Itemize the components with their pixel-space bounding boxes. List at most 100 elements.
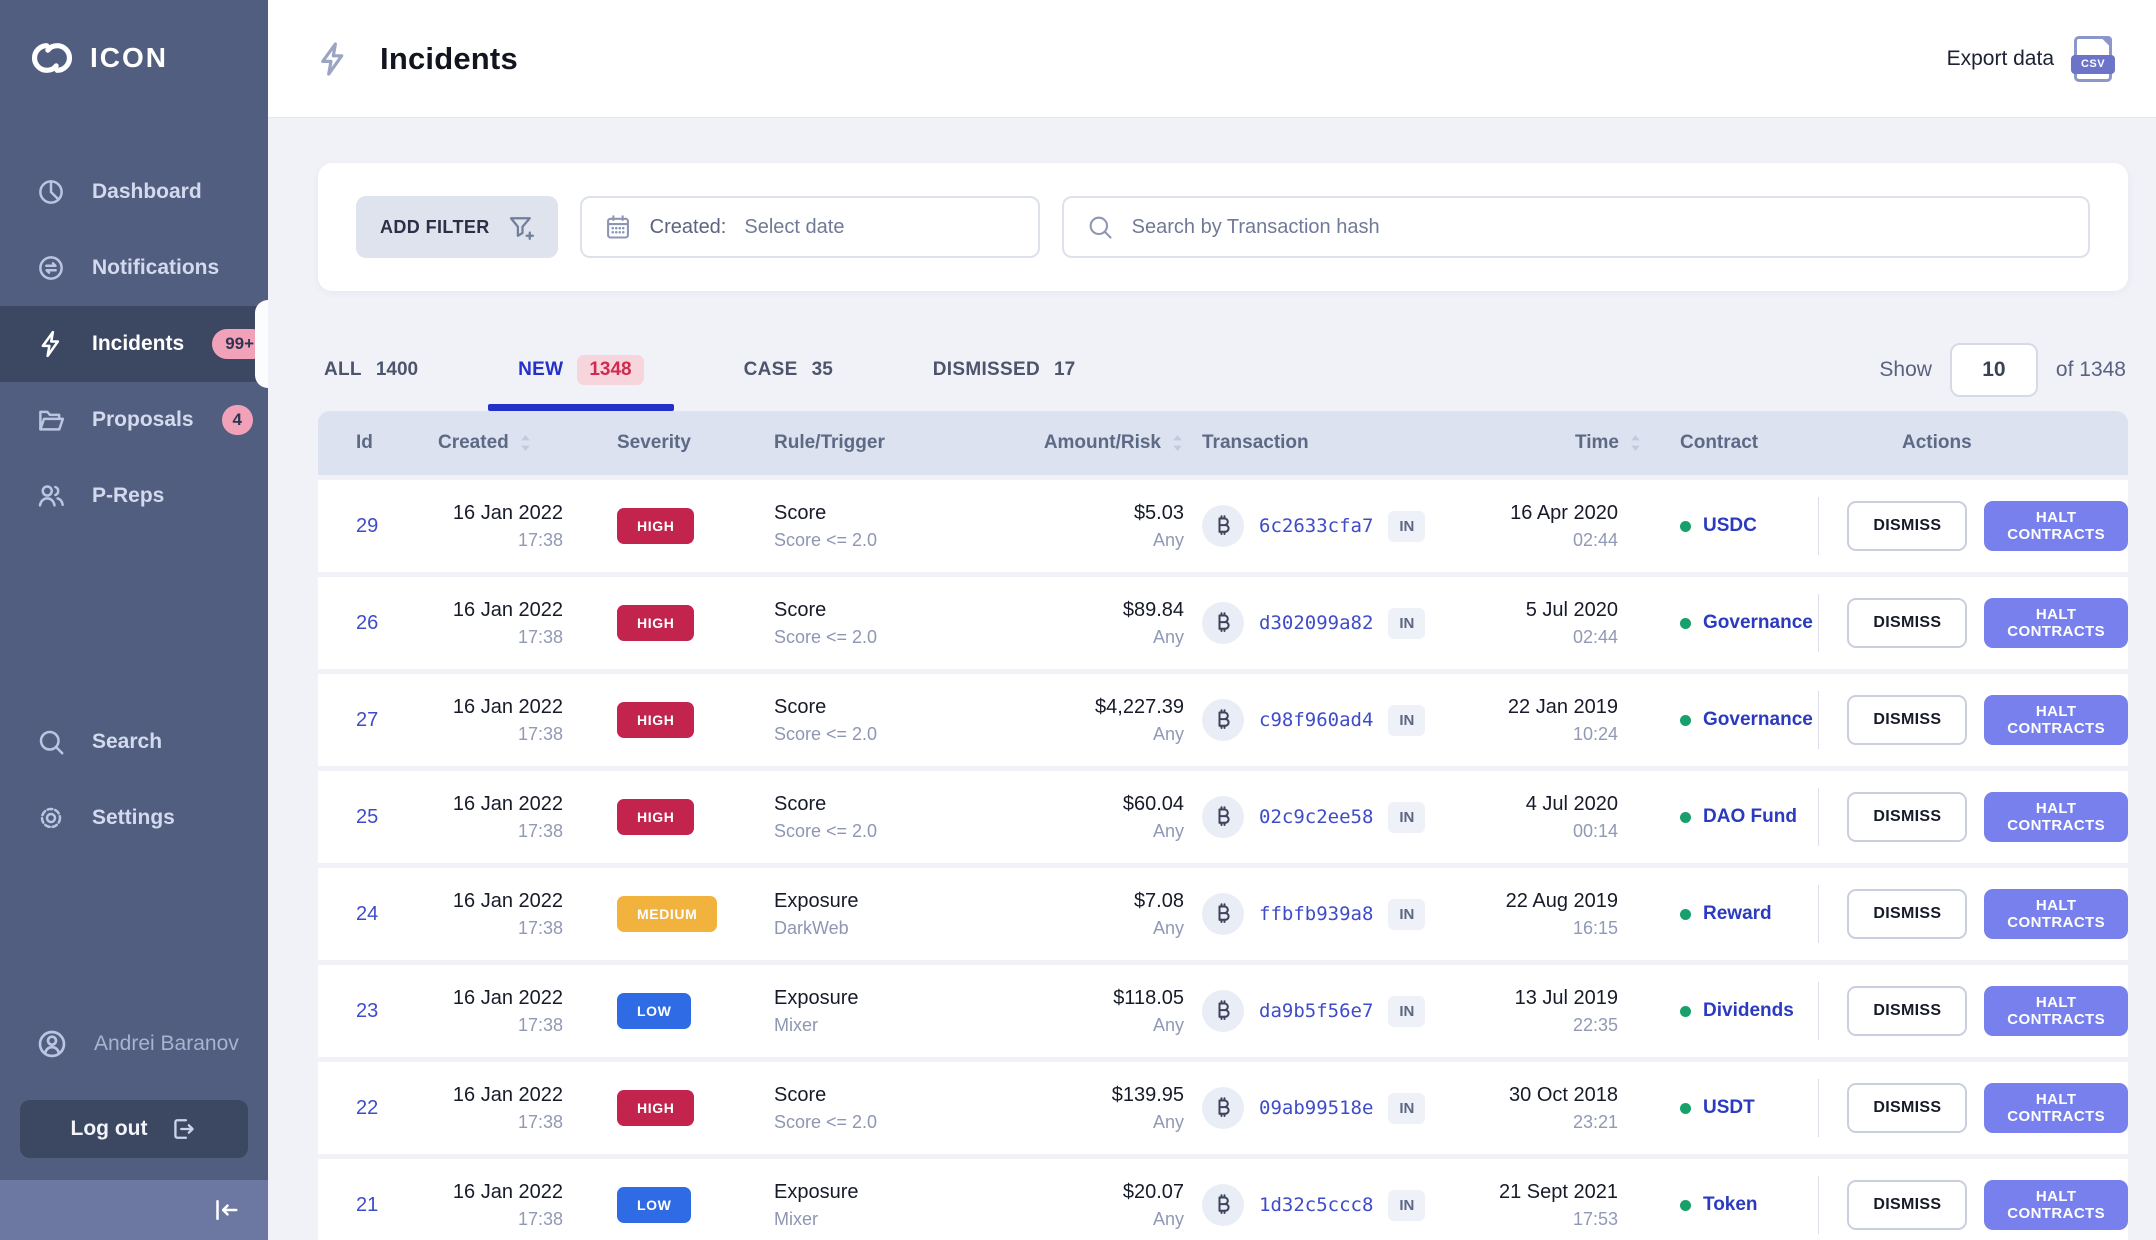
contract-link[interactable]: USDC — [1703, 515, 1757, 537]
column-header-contract: Contract — [1680, 432, 1759, 453]
sidebar-item-incidents[interactable]: Incidents 99+ — [0, 300, 268, 388]
add-filter-button[interactable]: ADD FILTER — [356, 196, 558, 258]
contract-link[interactable]: DAO Fund — [1703, 806, 1797, 828]
contract-link[interactable]: Governance — [1703, 612, 1813, 634]
halt-contracts-button[interactable]: HALT CONTRACTS — [1984, 501, 2128, 551]
incident-id-link[interactable]: 29 — [356, 515, 378, 537]
incident-id-link[interactable]: 24 — [356, 903, 378, 925]
rule-cell: Exposure Mixer — [774, 986, 859, 1035]
page-bolt-icon — [314, 40, 352, 78]
search-input[interactable] — [1131, 215, 2066, 239]
actions-cell: DISMISS HALT CONTRACTS — [1818, 691, 2128, 749]
sidebar-item-p-reps[interactable]: P-Reps — [0, 458, 268, 534]
sidebar-item-proposals[interactable]: Proposals 4 — [0, 382, 268, 458]
main-area: Incidents Export data CSV ADD FILTER Cre… — [268, 0, 2156, 1240]
direction-badge: IN — [1388, 1092, 1426, 1124]
transaction-hash-link[interactable]: 6c2633cfa7 — [1259, 515, 1373, 537]
halt-contracts-button[interactable]: HALT CONTRACTS — [1984, 1180, 2128, 1230]
rule-cell: Score Score <= 2.0 — [774, 792, 878, 841]
incident-id-link[interactable]: 23 — [356, 1000, 378, 1022]
incident-id-cell: 24 — [318, 903, 418, 926]
halt-contracts-button[interactable]: HALT CONTRACTS — [1984, 986, 2128, 1036]
incident-id-link[interactable]: 25 — [356, 806, 378, 828]
tab-dismissed[interactable]: DISMISSED 17 — [929, 355, 1079, 411]
incident-id-cell: 29 — [318, 515, 418, 538]
incident-id-link[interactable]: 21 — [356, 1194, 378, 1216]
severity-badge: HIGH — [617, 508, 695, 544]
contract-link[interactable]: Token — [1703, 1194, 1758, 1216]
transaction-hash-link[interactable]: da9b5f56e7 — [1259, 1000, 1373, 1022]
sidebar-item-search[interactable]: Search — [0, 704, 268, 780]
halt-contracts-button[interactable]: HALT CONTRACTS — [1984, 792, 2128, 842]
severity-cell: HIGH — [593, 508, 748, 544]
halt-contracts-button[interactable]: HALT CONTRACTS — [1984, 598, 2128, 648]
dismiss-button[interactable]: DISMISS — [1847, 501, 1968, 551]
tab-all[interactable]: ALL 1400 — [320, 355, 422, 411]
transaction-hash-link[interactable]: ffbfb939a8 — [1259, 903, 1373, 925]
created-cell: 16 Jan 2022 17:38 — [452, 889, 563, 938]
tabs-row: ALL 1400 NEW 1348 CASE 35 DISMISSED 17 S… — [318, 343, 2128, 411]
created-date-filter[interactable]: Created: Select date — [579, 196, 1040, 258]
actions-divider — [1818, 1176, 1820, 1234]
incident-id-link[interactable]: 27 — [356, 709, 378, 731]
transaction-hash-link[interactable]: 09ab99518e — [1259, 1097, 1373, 1119]
contract-cell: USDC — [1658, 515, 1818, 537]
halt-contracts-button[interactable]: HALT CONTRACTS — [1984, 695, 2128, 745]
table-row: 26 16 Jan 2022 17:38 HIGH Score Score <=… — [318, 577, 2128, 669]
transaction-hash-link[interactable]: 1d32c5ccc8 — [1259, 1194, 1373, 1216]
sidebar-item-notifications[interactable]: Notifications — [0, 230, 268, 306]
severity-badge: LOW — [617, 1187, 692, 1223]
transaction-hash-link[interactable]: d302099a82 — [1259, 612, 1373, 634]
contract-link[interactable]: USDT — [1703, 1097, 1755, 1119]
contract-link[interactable]: Reward — [1703, 903, 1772, 925]
dismiss-button[interactable]: DISMISS — [1847, 1083, 1968, 1133]
logo: ICON — [0, 0, 268, 76]
rule-cell: Exposure Mixer — [774, 1180, 859, 1229]
sidebar-collapse-bar[interactable] — [0, 1180, 268, 1240]
transaction-search — [1061, 196, 2090, 258]
dismiss-button[interactable]: DISMISS — [1847, 695, 1968, 745]
tab-case[interactable]: CASE 35 — [740, 355, 837, 411]
contract-cell: USDT — [1658, 1097, 1818, 1119]
dismiss-button[interactable]: DISMISS — [1847, 889, 1968, 939]
created-cell: 16 Jan 2022 17:38 — [452, 792, 563, 841]
dismiss-button[interactable]: DISMISS — [1847, 1180, 1968, 1230]
logout-button[interactable]: Log out — [20, 1100, 248, 1158]
user-row[interactable]: Andrei Baranov — [0, 1014, 268, 1074]
actions-cell: DISMISS HALT CONTRACTS — [1818, 1079, 2128, 1137]
table-row: 22 16 Jan 2022 17:38 HIGH Score Score <=… — [318, 1062, 2128, 1154]
time-cell: 21 Sept 2021 17:53 — [1499, 1180, 1618, 1229]
sidebar-item-label: Incidents — [92, 332, 185, 355]
dismiss-button[interactable]: DISMISS — [1847, 598, 1968, 648]
transaction-cell: da9b5f56e7 IN — [1188, 990, 1488, 1032]
transaction-hash-link[interactable]: 02c9c2ee58 — [1259, 806, 1373, 828]
incidents-count-badge: 99+ — [212, 329, 268, 359]
halt-contracts-button[interactable]: HALT CONTRACTS — [1984, 1083, 2128, 1133]
contract-link[interactable]: Governance — [1703, 709, 1813, 731]
contract-link[interactable]: Dividends — [1703, 1000, 1794, 1022]
column-header-created[interactable]: Created — [418, 432, 593, 454]
column-header-time[interactable]: Time — [1488, 432, 1658, 454]
collapse-sidebar-icon — [210, 1195, 240, 1225]
export-data-button[interactable]: Export data CSV — [1947, 35, 2115, 82]
sidebar-item-settings[interactable]: Settings — [0, 780, 268, 856]
sidebar-secondary-nav: Search Settings — [0, 704, 268, 856]
transaction-hash-link[interactable]: c98f960ad4 — [1259, 709, 1373, 731]
severity-badge: MEDIUM — [617, 896, 718, 932]
rule-cell: Score Score <= 2.0 — [774, 1083, 878, 1132]
contract-cell: Dividends — [1658, 1000, 1818, 1022]
page-size-input[interactable] — [1949, 343, 2038, 397]
transaction-cell: c98f960ad4 IN — [1188, 699, 1488, 741]
incident-id-link[interactable]: 26 — [356, 612, 378, 634]
actions-cell: DISMISS HALT CONTRACTS — [1818, 1176, 2128, 1234]
column-header-amount[interactable]: Amount/Risk — [1013, 432, 1188, 454]
tab-new[interactable]: NEW 1348 — [488, 355, 674, 411]
dismiss-button[interactable]: DISMISS — [1847, 792, 1968, 842]
dismiss-button[interactable]: DISMISS — [1847, 986, 1968, 1036]
sidebar-item-dashboard[interactable]: Dashboard — [0, 154, 268, 230]
halt-contracts-button[interactable]: HALT CONTRACTS — [1984, 889, 2128, 939]
incident-id-link[interactable]: 22 — [356, 1097, 378, 1119]
dashboard-icon — [36, 177, 66, 207]
incident-id-cell: 21 — [318, 1194, 418, 1217]
